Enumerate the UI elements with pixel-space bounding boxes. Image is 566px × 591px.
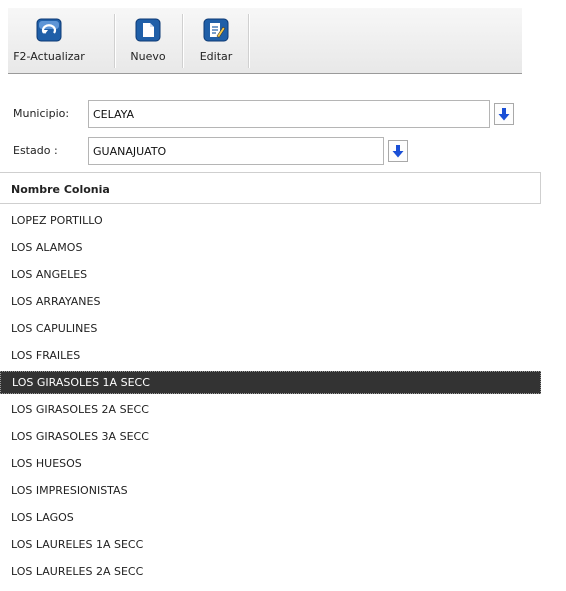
table-row[interactable]: LOS LAURELES 1A SECC (0, 533, 541, 556)
table-row[interactable]: LOS FRAILES (0, 344, 541, 367)
estado-row: Estado : GUANAJUATO (8, 137, 428, 165)
table-row[interactable]: LOPEZ PORTILLO (0, 209, 541, 232)
table-row[interactable]: LOS LAURELES 2A SECC (0, 560, 541, 583)
edit-button-label: Editar (199, 50, 233, 63)
new-button-label: Nuevo (130, 50, 166, 63)
municipio-dropdown-button[interactable] (494, 103, 514, 125)
table-row[interactable]: LOS LAGOS (0, 506, 541, 529)
table-row[interactable]: LOS HUESOS (0, 452, 541, 475)
table-row[interactable]: LOS ANGELES (0, 263, 541, 286)
new-document-icon (135, 18, 161, 42)
table-row[interactable]: LOS GIRASOLES 1A SECC (0, 371, 541, 394)
colonia-list: LOPEZ PORTILLO LOS ALAMOS LOS ANGELES LOS A… (0, 209, 541, 587)
table-row[interactable]: LOS CAPULINES (0, 317, 541, 340)
table-row[interactable]: LOS GIRASOLES 3A SECC (0, 425, 541, 448)
column-header-nombre-colonia[interactable]: Nombre Colonia (0, 172, 541, 204)
table-row[interactable]: LOS IMPRESIONISTAS (0, 479, 541, 502)
arrow-down-icon (498, 108, 510, 121)
refresh-icon (36, 18, 62, 42)
toolbar-separator (182, 14, 184, 68)
arrow-down-icon (392, 145, 404, 158)
estado-field[interactable]: GUANAJUATO (88, 137, 384, 165)
new-button[interactable]: Nuevo (118, 8, 178, 73)
municipio-row: Municipio: CELAYA (8, 100, 522, 128)
municipio-label: Municipio: (13, 107, 70, 120)
toolbar-separator (248, 14, 250, 68)
municipio-field[interactable]: CELAYA (88, 100, 490, 128)
edit-button[interactable]: Editar (188, 8, 244, 73)
toolbar: F2-Actualizar Nuevo Editar (8, 8, 522, 74)
refresh-button-label: F2-Actualizar (13, 50, 85, 63)
refresh-button[interactable]: F2-Actualizar (8, 8, 90, 73)
edit-icon (203, 18, 229, 42)
table-row[interactable]: LOS ALAMOS (0, 236, 541, 259)
estado-dropdown-button[interactable] (388, 140, 408, 162)
table-row[interactable]: LOS GIRASOLES 2A SECC (0, 398, 541, 421)
toolbar-separator (114, 14, 116, 68)
table-row[interactable]: LOS ARRAYANES (0, 290, 541, 313)
estado-label: Estado : (13, 144, 58, 157)
